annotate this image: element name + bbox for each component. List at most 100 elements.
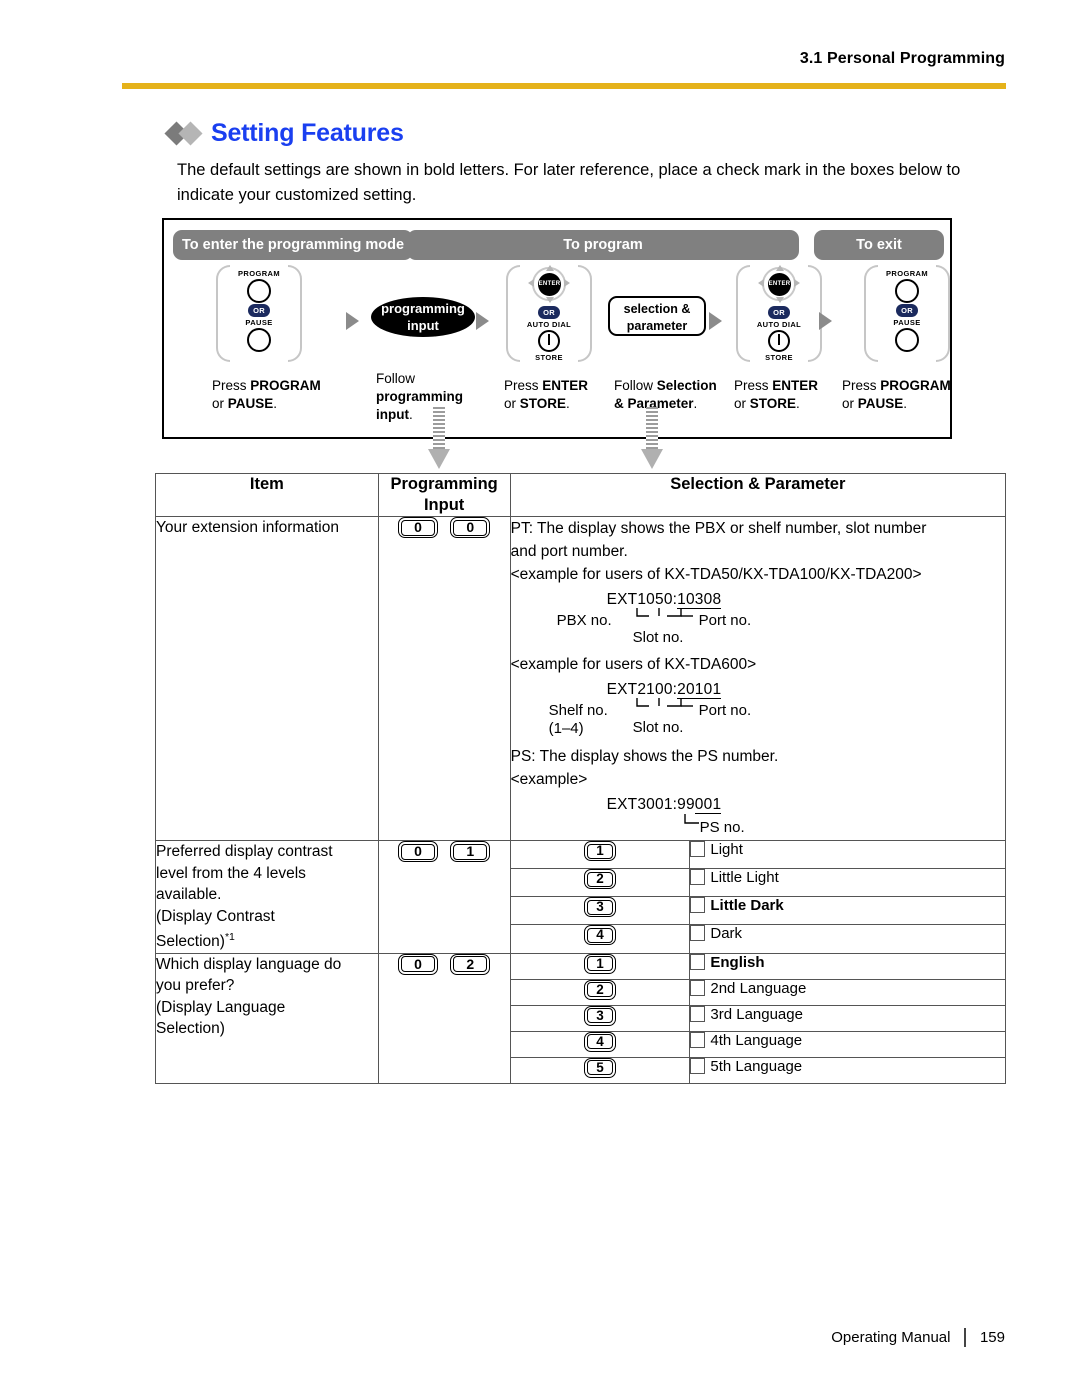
header-programming-input: Programming Input [377, 473, 511, 517]
option-label: 5th Language [710, 1057, 803, 1075]
ps-example-diagram: EXT3001:99001 PS no. [511, 793, 1005, 836]
caption-bold: Selection [656, 378, 717, 393]
key-button[interactable]: 2 [450, 953, 491, 975]
option-checkbox[interactable] [690, 979, 706, 996]
option-parameter-cell: Little Light [689, 868, 1006, 898]
key-button-label: 1 [466, 843, 475, 859]
key-button[interactable]: 4 [583, 925, 616, 946]
option-key-cell: 2 [509, 978, 691, 1006]
page-title: Setting Features [164, 119, 404, 148]
caption-text: . [796, 396, 800, 411]
option-label: Light [710, 841, 743, 858]
key-group-enter-store-2: ENTER OR AUTO DIAL STORE [736, 265, 822, 362]
key-button[interactable]: 4 [583, 1031, 616, 1052]
option-checkbox[interactable] [690, 841, 706, 857]
option-label: Dark [710, 925, 743, 943]
caption-text: . [409, 407, 413, 422]
pause-key-icon [247, 328, 271, 352]
key-button-label: 3 [596, 899, 604, 915]
node-line-1: selection & [623, 302, 691, 316]
option-key-cell: 3 [509, 896, 691, 926]
caption-text: . [566, 396, 570, 411]
key-button[interactable]: 1 [450, 841, 491, 862]
option-key-cell: 2 [509, 868, 691, 898]
option-key-cell: 4 [509, 924, 691, 954]
row-item-label: Your extension information [155, 516, 379, 841]
pt-description-line-1: PT: The display shows the PBX or shelf n… [510, 520, 927, 537]
caption-text: . [693, 396, 698, 411]
leader-ps-no: PS no. [699, 819, 745, 836]
footer-manual-label: Operating Manual [831, 1329, 951, 1346]
header-selection-parameter: Selection & Parameter [509, 473, 1007, 517]
caption-press-enter-store-2: Press ENTER or STORE. [734, 377, 846, 413]
option-key-cell: 4 [509, 1030, 691, 1058]
caption-bold: STORE [519, 396, 567, 411]
key-label-pause: PAUSE [893, 318, 921, 327]
navigator-enter-key-icon: ENTER [526, 265, 572, 305]
table-header-row: Item Programming Input Selection & Param… [155, 473, 1007, 517]
enter-key-label: ENTER [538, 273, 561, 296]
example-1-diagram: EXT1050:10308 PBX no. Port no. Slot no. [511, 588, 1005, 649]
key-button-label: 4 [596, 927, 604, 943]
option-checkbox[interactable] [690, 869, 706, 886]
caption-bold: ENTER [772, 378, 819, 393]
node-selection-parameter: selection & parameter [608, 296, 706, 336]
key-button[interactable]: 2 [583, 869, 616, 890]
option-checkbox[interactable] [690, 1057, 706, 1074]
key-button[interactable]: 0 [397, 517, 438, 538]
item-line: (Display Language [156, 998, 286, 1016]
key-button-label: 1 [596, 843, 604, 858]
caption-text: Press [842, 378, 881, 393]
key-button[interactable]: 0 [450, 517, 491, 538]
key-button[interactable]: 1 [583, 841, 616, 861]
node-line-2: input [407, 318, 439, 333]
key-group-program-pause: PROGRAM OR PAUSE [216, 265, 302, 362]
option-key-cell: 1 [509, 839, 691, 870]
row-programming-input-language: 0 2 [377, 952, 511, 1084]
node-line-1: programming [381, 301, 465, 316]
flow-down-arrow-icon [641, 407, 663, 469]
code-prefix: EXT2100: [606, 681, 678, 698]
settings-table: Item Programming Input Selection & Param… [155, 473, 1007, 1084]
caption-text: or [504, 396, 520, 411]
caption-bold: PROGRAM [250, 378, 321, 393]
option-checkbox[interactable] [690, 1005, 706, 1022]
navigator-enter-key-icon: ENTER [756, 265, 802, 305]
pt-description-line-2: and port number. [510, 543, 628, 560]
key-button-label: 3 [596, 1007, 604, 1023]
row-item-label-language: Which display language do you prefer? (D… [155, 952, 379, 1084]
key-button-label: 4 [596, 1033, 604, 1049]
key-button[interactable]: 2 [583, 979, 616, 1000]
example-2-label: <example for users of KX-TDA600> [510, 656, 757, 673]
key-button-label: 0 [466, 519, 475, 535]
key-button[interactable]: 0 [397, 953, 438, 975]
row-programming-input: 0 0 [377, 516, 511, 841]
key-label-store: STORE [535, 353, 563, 362]
option-checkbox[interactable] [690, 925, 706, 942]
option-checkbox[interactable] [690, 1031, 706, 1048]
caption-text: or [212, 396, 228, 411]
ps-description: PS: The display shows the PS number. [510, 748, 779, 765]
table-row-display-contrast: Preferred display contrast level from th… [155, 839, 1006, 954]
key-button[interactable]: 5 [583, 1057, 616, 1078]
item-line: Selection) [156, 933, 225, 951]
item-line: (Display Contrast [156, 907, 275, 925]
key-button[interactable]: 3 [583, 897, 616, 918]
header-rule [122, 83, 1006, 89]
store-key-icon [538, 330, 560, 352]
key-button[interactable]: 1 [583, 953, 616, 974]
or-badge-icon: OR [768, 306, 790, 319]
footer-divider [964, 1328, 966, 1347]
key-button[interactable]: 3 [583, 1005, 616, 1026]
flow-down-arrow-icon [428, 407, 450, 469]
key-label-program: PROGRAM [886, 269, 928, 278]
ps-code: EXT3001:99001 [607, 793, 1005, 816]
option-checkbox[interactable] [690, 953, 706, 970]
enter-key-label: ENTER [768, 273, 791, 296]
key-button[interactable]: 0 [397, 841, 438, 862]
key-label-auto-dial: AUTO DIAL [756, 320, 802, 329]
key-label-auto-dial: AUTO DIAL [526, 320, 572, 329]
intro-paragraph: The default settings are shown in bold l… [177, 161, 961, 204]
option-checkbox[interactable] [690, 897, 706, 914]
header-item: Item [155, 473, 379, 517]
